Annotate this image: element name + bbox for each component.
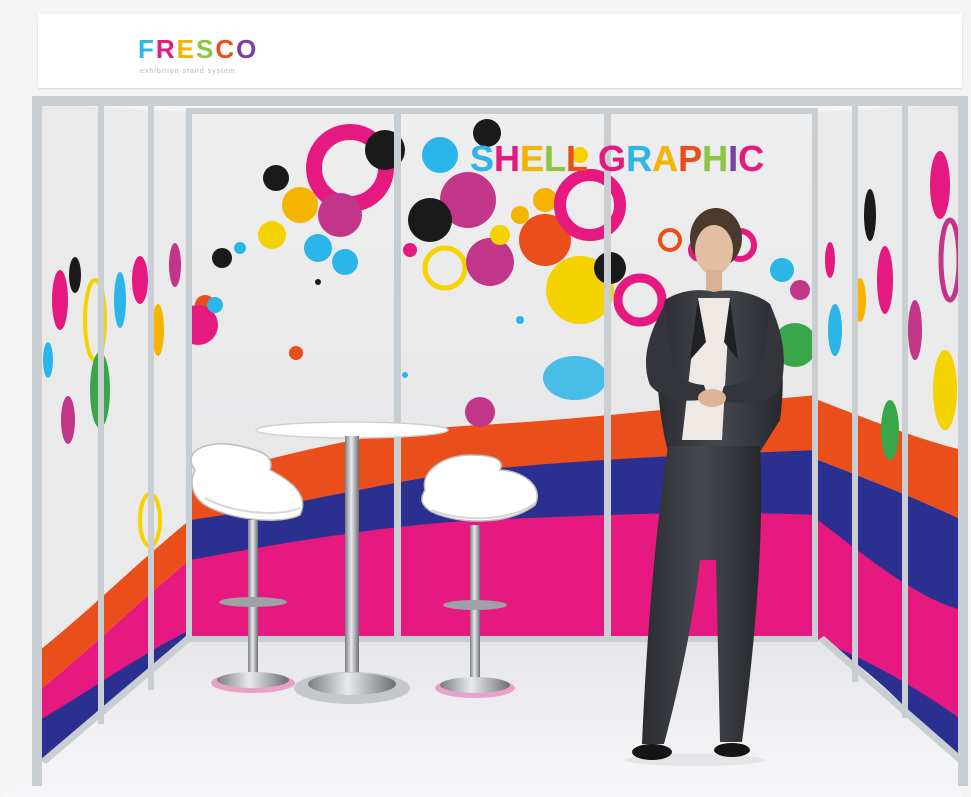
booth-illustration bbox=[0, 96, 968, 797]
shell-graphic-headline: SHELL GRAPHIC bbox=[470, 138, 764, 180]
headline-letter: S bbox=[470, 138, 495, 179]
brand-letter: R bbox=[155, 34, 177, 64]
headline-letter: H bbox=[494, 138, 521, 179]
brand-tagline: exhibition stand system bbox=[140, 68, 236, 75]
brand-letter: E bbox=[176, 34, 197, 64]
headline-letter: L bbox=[544, 138, 567, 179]
brand-letter: O bbox=[236, 34, 259, 64]
headline-letter: C bbox=[738, 138, 765, 179]
headline-letter: R bbox=[626, 138, 653, 179]
brand-letter: C bbox=[215, 34, 237, 64]
booth-scene: F R E S C O exhibition stand system SHEL… bbox=[0, 0, 971, 797]
headline-letter: L bbox=[566, 138, 589, 179]
headline-letter: H bbox=[702, 138, 729, 179]
headline-letter: I bbox=[728, 138, 739, 179]
headline-letter bbox=[588, 138, 598, 180]
brand-logo: F R E S C O bbox=[138, 34, 258, 65]
headline-letter: P bbox=[678, 138, 703, 179]
brand-letter: S bbox=[196, 34, 216, 64]
brand-letter: F bbox=[138, 34, 156, 64]
headline-letter: G bbox=[598, 138, 627, 179]
headline-letter: E bbox=[520, 138, 545, 179]
headline-letter: A bbox=[652, 138, 679, 179]
